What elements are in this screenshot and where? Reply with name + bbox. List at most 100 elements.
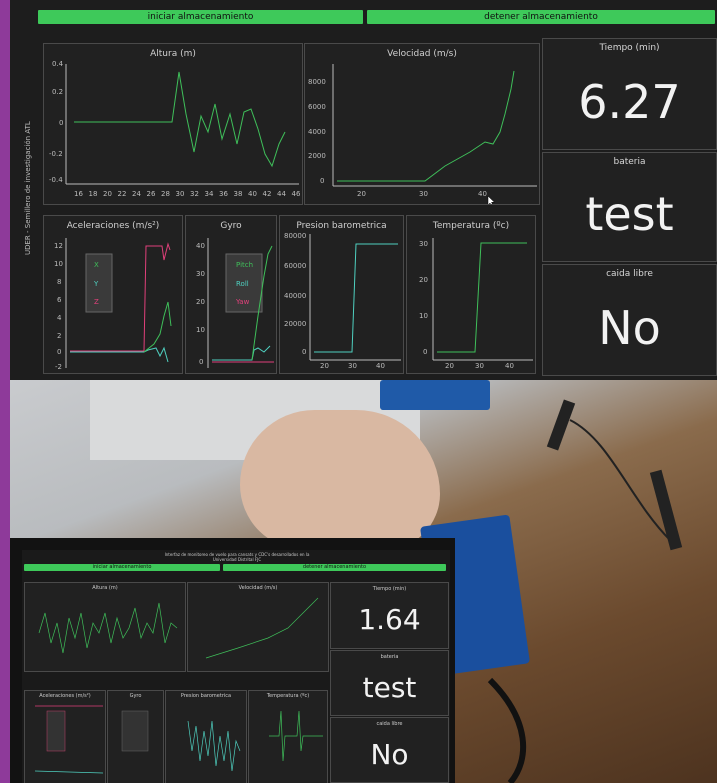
altura-y-tick: 0 (59, 119, 63, 127)
altura-y-tick: 0.2 (52, 88, 63, 96)
presion-plot-panel: Presion barometrica 80000 60000 40000 20… (279, 215, 404, 374)
presion-y-tick: 0 (302, 348, 306, 356)
temp-y-tick: 20 (419, 276, 428, 284)
gyro-plot: 40 30 20 10 0 Pitch Roll Yaw (196, 238, 274, 368)
acel-y-tick: 8 (57, 278, 61, 286)
tiempo-value: 6.27 (578, 75, 681, 129)
temp-x-tick: 30 (475, 362, 484, 370)
altura-x-tick: 38 (234, 190, 243, 198)
laptop-screen: Interfaz de monitoreo de vuelo para cans… (10, 538, 455, 783)
acel-y-tick: 0 (57, 348, 61, 356)
laptop-acel-plot (34, 705, 104, 774)
velocidad-x-tick: 40 (478, 190, 487, 198)
gyro-y-tick: 20 (196, 298, 205, 306)
caida-libre-panel: caida libre No (542, 264, 717, 376)
gyro-legend-roll: Roll (236, 280, 249, 288)
altura-x-tick: 30 (176, 190, 185, 198)
gyro-y-tick: 0 (199, 358, 203, 366)
presion-y-tick: 60000 (284, 262, 306, 270)
temp-y-tick: 0 (423, 348, 427, 356)
laptop-caida-panel: caida libre No (330, 717, 449, 783)
laptop-tiempo-title: Tiempo (min) (372, 586, 407, 592)
altura-x-tick: 32 (190, 190, 199, 198)
laptop-gyro-plot (121, 710, 149, 752)
start-storage-button[interactable]: iniciar almacenamiento (38, 10, 363, 24)
altura-x-tick: 20 (103, 190, 112, 198)
laptop-temperatura-panel: Temperatura (ºc) (248, 690, 328, 783)
laptop-presion-panel: Presion barometrica (165, 690, 247, 783)
aceleraciones-plot-panel: Aceleraciones (m/s²) 12 10 8 6 4 2 0 -2 … (43, 215, 183, 374)
altura-plot-panel: Altura (m) 0.4 0.2 0 -0.2 -0.4 16 18 20 22 2… (43, 43, 303, 205)
camera-photo: Interfaz de monitoreo de vuelo para cans… (10, 380, 717, 783)
temp-x-tick: 40 (505, 362, 514, 370)
altura-x-tick: 46 (292, 190, 301, 198)
bateria-value: test (585, 187, 674, 241)
velocidad-y-tick: 8000 (308, 78, 326, 86)
mouse-cursor-icon (487, 195, 496, 204)
altura-y-tick: 0.4 (52, 60, 64, 68)
gyro-legend-pitch: Pitch (236, 261, 253, 269)
velocidad-y-tick: 2000 (308, 152, 326, 160)
laptop-caida-value: No (370, 738, 409, 771)
altura-x-tick: 16 (74, 190, 83, 198)
temp-y-tick: 10 (419, 312, 428, 320)
laptop-caida-title: caida libre (376, 721, 403, 727)
sidebar-label: UDER - Semillero de investigación ATL (24, 121, 32, 255)
presion-x-tick: 20 (320, 362, 329, 370)
presion-y-tick: 80000 (284, 232, 306, 240)
laptop-bateria-title: bateria (380, 654, 399, 660)
velocidad-plot: 8000 6000 4000 2000 0 20 30 40 (308, 64, 537, 204)
laptop-altura-plot (38, 602, 178, 654)
caida-libre-value: No (598, 301, 661, 355)
laptop-tiempo-panel: Tiempo (min) 1.64 (330, 582, 449, 649)
purple-side-strip (0, 0, 10, 783)
altura-x-tick: 40 (248, 190, 257, 198)
laptop-velocidad-plot (205, 597, 319, 659)
stop-storage-button[interactable]: detener almacenamiento (367, 10, 715, 24)
presion-x-tick: 40 (376, 362, 385, 370)
bateria-panel: bateria test (542, 152, 717, 262)
caida-libre-title: caida libre (606, 269, 653, 279)
velocidad-y-tick: 4000 (308, 128, 326, 136)
altura-x-tick: 36 (219, 190, 228, 198)
gyro-y-tick: 30 (196, 270, 205, 278)
velocidad-plot-panel: Velocidad (m/s) 8000 6000 4000 2000 0 20… (304, 43, 540, 205)
gyro-y-tick: 10 (196, 326, 205, 334)
altura-y-tick: -0.2 (49, 150, 63, 158)
altura-x-tick: 22 (118, 190, 127, 198)
laptop-altura-panel: Altura (m) (24, 582, 186, 672)
temp-x-tick: 20 (445, 362, 454, 370)
laptop-temp-plot (269, 710, 323, 762)
temperatura-plot-panel: Temperatura (ºc) 30 20 10 0 20 30 40 (406, 215, 536, 374)
altura-x-tick: 28 (161, 190, 170, 198)
laptop-telemetry-app: Interfaz de monitoreo de vuelo para cans… (22, 550, 450, 783)
acel-y-tick: 12 (54, 242, 63, 250)
laptop-acel-panel: Aceleraciones (m/s²) (24, 690, 106, 783)
laptop-bateria-value: test (362, 671, 417, 704)
acel-y-tick: 6 (57, 296, 62, 304)
altura-x-tick: 24 (132, 190, 141, 198)
altura-y-tick: -0.4 (49, 176, 63, 184)
laptop-start-button[interactable]: iniciar almacenamiento (24, 564, 220, 571)
temp-y-tick: 30 (419, 240, 428, 248)
altura-x-tick: 42 (263, 190, 272, 198)
acel-y-tick: 2 (57, 332, 61, 340)
presion-y-tick: 20000 (284, 320, 306, 328)
aceleraciones-plot: 12 10 8 6 4 2 0 -2 X Y Z (54, 238, 172, 371)
tiempo-title: Tiempo (min) (599, 43, 660, 53)
velocidad-y-tick: 6000 (308, 103, 326, 111)
velocidad-y-tick: 0 (320, 177, 324, 185)
altura-plot: 0.4 0.2 0 -0.2 -0.4 16 18 20 22 24 26 28 30 32 34… (49, 60, 301, 198)
acel-legend-x: X (94, 261, 99, 269)
acel-y-tick: 4 (57, 314, 62, 322)
altura-x-tick: 26 (147, 190, 156, 198)
laptop-velocidad-panel: Velocidad (m/s) (187, 582, 329, 672)
acel-legend-y: Y (93, 280, 99, 288)
acel-y-tick: 10 (54, 260, 63, 268)
gyro-plot-panel: Gyro 40 30 20 10 0 Pitch Roll Yaw (185, 215, 277, 374)
telemetry-app: iniciar almacenamiento detener almacenam… (10, 0, 717, 380)
laptop-stop-button[interactable]: detener almacenamiento (223, 564, 446, 571)
altura-x-tick: 18 (89, 190, 98, 198)
acel-legend-z: Z (94, 298, 99, 306)
gyro-y-tick: 40 (196, 242, 205, 250)
